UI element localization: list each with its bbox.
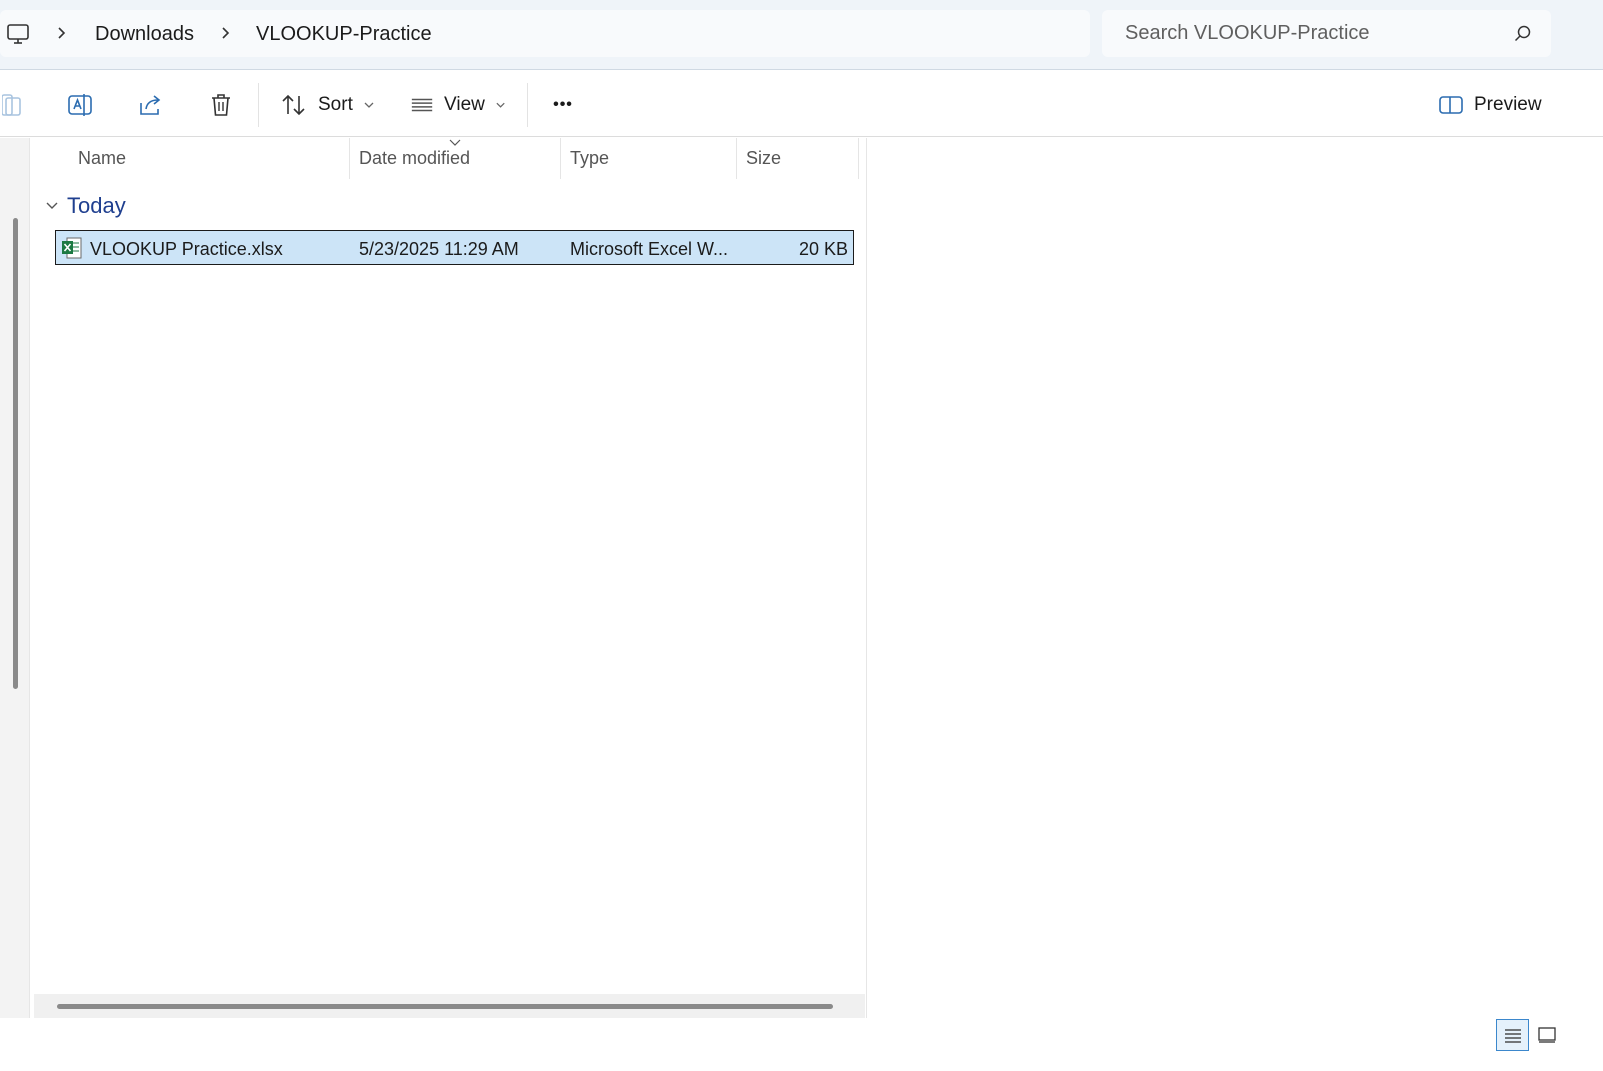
rename-button[interactable] [64, 89, 96, 121]
column-divider[interactable] [349, 138, 350, 179]
sort-button[interactable]: Sort [280, 89, 375, 121]
large-icons-view-button[interactable] [1534, 1019, 1560, 1051]
toolbar-divider [527, 83, 528, 127]
group-header-today[interactable]: Today [45, 193, 126, 219]
column-header-type[interactable]: Type [570, 148, 609, 169]
trash-icon [212, 94, 230, 116]
command-bar: Sort View ••• Preview [0, 71, 1603, 137]
address-bar-area: Downloads VLOOKUP-Practice Search VLOOKU… [0, 0, 1603, 70]
file-size: 20 KB [798, 239, 848, 259]
details-view-icon [1504, 1029, 1521, 1043]
large-icons-view-icon [1538, 1027, 1556, 1043]
column-header-date-modified[interactable]: Date modified [359, 148, 470, 169]
file-list-pane: Name Date modified Type Size Today VLOOK… [31, 138, 867, 1018]
sort-label: Sort [318, 94, 353, 115]
breadcrumb-downloads[interactable]: Downloads [95, 22, 194, 46]
chevron-down-icon [364, 102, 374, 108]
this-pc-icon[interactable] [6, 23, 30, 45]
preview-pane-icon [1439, 96, 1463, 114]
group-label: Today [67, 193, 126, 218]
paste-icon [2, 94, 21, 116]
chevron-right-icon[interactable] [52, 23, 72, 43]
column-divider[interactable] [736, 138, 737, 179]
navigation-scrollbar[interactable] [13, 218, 18, 689]
search-placeholder: Search VLOOKUP-Practice [1125, 22, 1370, 44]
sort-indicator-icon [449, 139, 461, 146]
view-label: View [444, 94, 485, 115]
preview-label: Preview [1474, 94, 1542, 115]
chevron-down-icon[interactable] [45, 201, 59, 211]
chevron-down-icon [496, 102, 505, 108]
breadcrumb-current-folder[interactable]: VLOOKUP-Practice [256, 22, 432, 46]
share-button[interactable] [135, 89, 167, 121]
search-input[interactable]: Search VLOOKUP-Practice [1102, 10, 1551, 57]
breadcrumb[interactable]: Downloads VLOOKUP-Practice [0, 10, 1090, 57]
rename-icon [68, 94, 92, 116]
toolbar-divider [258, 83, 259, 127]
file-date-modified: 5/23/2025 11:29 AM [359, 239, 519, 259]
preview-pane-button[interactable]: Preview [1438, 89, 1542, 121]
column-divider[interactable] [858, 138, 859, 179]
chevron-right-icon[interactable] [216, 23, 236, 43]
view-button[interactable]: View [410, 89, 506, 121]
more-options-icon: ••• [553, 96, 573, 113]
more-options-button[interactable]: ••• [545, 89, 581, 121]
paste-button[interactable] [0, 89, 26, 121]
file-type: Microsoft Excel W... [570, 239, 729, 259]
details-view-button[interactable] [1496, 1019, 1529, 1051]
excel-file-icon [62, 237, 82, 259]
search-icon[interactable] [1513, 24, 1533, 44]
delete-button[interactable] [206, 89, 236, 121]
column-divider[interactable] [560, 138, 561, 179]
sort-icon [282, 94, 305, 116]
column-header-size[interactable]: Size [746, 148, 781, 169]
view-list-icon [411, 98, 433, 112]
file-name[interactable]: VLOOKUP Practice.xlsx [90, 239, 283, 260]
file-row[interactable]: VLOOKUP Practice.xlsx 5/23/2025 11:29 AM… [55, 230, 854, 265]
column-header-name[interactable]: Name [78, 148, 126, 169]
share-icon [140, 95, 161, 115]
horizontal-scrollbar-thumb[interactable] [57, 1004, 833, 1009]
